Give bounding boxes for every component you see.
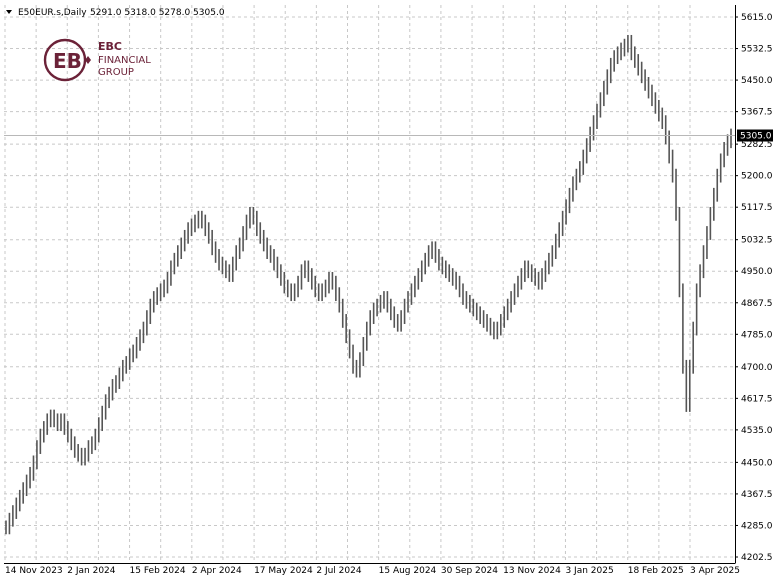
y-tick-label: 5367.5 bbox=[741, 108, 773, 118]
x-tick-label: 18 Feb 2025 bbox=[628, 566, 684, 576]
symbol-label: E50EUR.s,Daily bbox=[18, 8, 87, 18]
y-tick-label: 5532.5 bbox=[741, 45, 773, 55]
y-tick-label: 5032.5 bbox=[741, 236, 773, 246]
y-tick-label: 4785.0 bbox=[741, 330, 773, 340]
logo-line-1: EBC bbox=[98, 40, 122, 53]
x-tick-label: 3 Jan 2025 bbox=[565, 566, 613, 576]
y-tick-label: 4285.0 bbox=[741, 521, 773, 531]
y-tick-label: 5450.0 bbox=[741, 76, 773, 86]
logo-line-3: GROUP bbox=[98, 67, 134, 78]
x-tick-label: 3 Apr 2025 bbox=[690, 566, 740, 576]
x-tick-label: 14 Nov 2023 bbox=[5, 566, 63, 576]
y-tick-label: 4202.5 bbox=[741, 553, 773, 563]
y-tick-label: 4535.0 bbox=[741, 426, 773, 436]
y-tick-label: 4450.0 bbox=[741, 458, 773, 468]
x-tick-label: 30 Sep 2024 bbox=[441, 566, 498, 576]
x-tick-label: 17 May 2024 bbox=[254, 566, 313, 576]
x-tick-label: 15 Aug 2024 bbox=[379, 566, 437, 576]
x-tick-label: 13 Nov 2024 bbox=[503, 566, 561, 576]
y-tick-label: 4950.0 bbox=[741, 267, 773, 277]
y-tick-label: 5615.0 bbox=[741, 13, 773, 23]
y-tick-label: 4617.5 bbox=[741, 394, 773, 404]
price-chart[interactable]: 5615.0 5532.5 5450.0 5367.5 5282.5 5200.0 5117… bbox=[0, 0, 778, 579]
ohlc-values: 5291.0 5318.0 5278.0 5305.0 bbox=[90, 8, 225, 18]
last-price-label: 5305.0 bbox=[740, 132, 772, 142]
y-tick-label: 4700.0 bbox=[741, 363, 773, 373]
x-tick-label: 2 Jul 2024 bbox=[316, 566, 361, 576]
y-tick-label: 4367.5 bbox=[741, 490, 773, 500]
y-tick-label: 5117.5 bbox=[741, 203, 773, 213]
y-tick-label: 4867.5 bbox=[741, 299, 773, 309]
y-tick-label: 5282.5 bbox=[741, 140, 773, 150]
logo-monogram: EB bbox=[53, 49, 82, 73]
logo-line-2: FINANCIAL bbox=[98, 55, 151, 66]
chart-background bbox=[0, 0, 778, 579]
x-tick-label: 2 Jan 2024 bbox=[67, 566, 115, 576]
x-tick-label: 2 Apr 2024 bbox=[192, 566, 242, 576]
y-tick-label: 5200.0 bbox=[741, 172, 773, 182]
x-tick-label: 15 Feb 2024 bbox=[130, 566, 186, 576]
